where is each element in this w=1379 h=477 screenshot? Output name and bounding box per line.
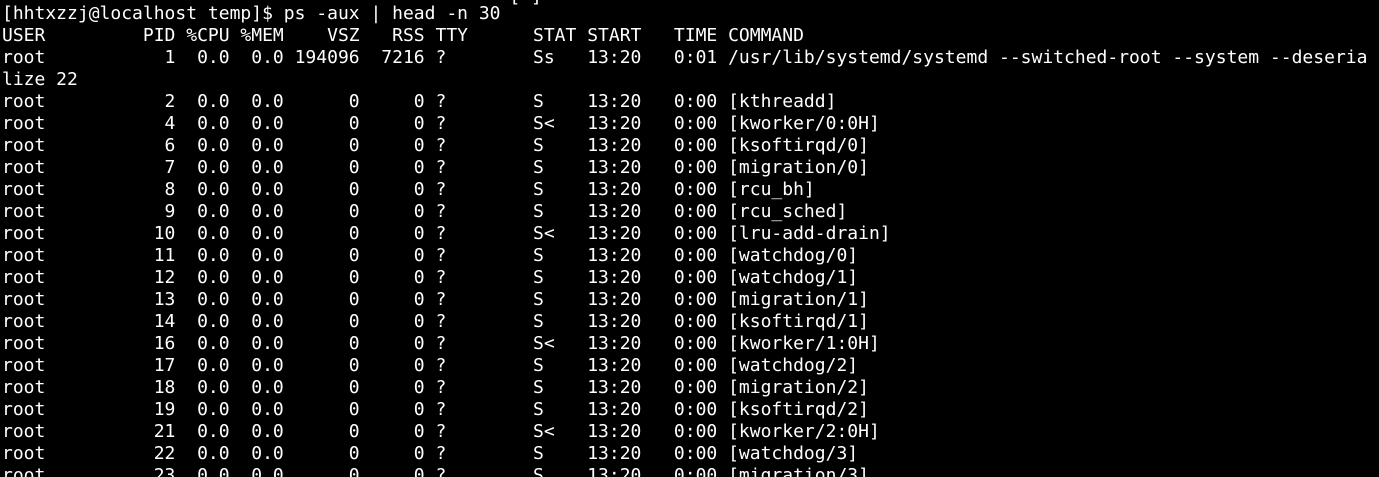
- process-row: root 9 0.0 0.0 0 0 ? S 13:20 0:00 [rcu_s…: [2, 201, 848, 222]
- process-row: root 10 0.0 0.0 0 0 ? S< 13:20 0:00 [lru…: [2, 223, 891, 244]
- process-row: root 21 0.0 0.0 0 0 ? S< 13:20 0:00 [kwo…: [2, 421, 880, 442]
- ps-header: USER PID %CPU %MEM VSZ RSS TTY STAT STAR…: [2, 25, 804, 46]
- terminal-window[interactable]: [ ] [hhtxzzj@localhost temp]$ ps -aux | …: [0, 0, 1379, 477]
- command-line: [hhtxzzj@localhost temp]$ ps -aux | head…: [2, 3, 1367, 25]
- shell-prompt: [hhtxzzj@localhost temp]$: [2, 3, 284, 24]
- process-row: root 6 0.0 0.0 0 0 ? S 13:20 0:00 [ksoft…: [2, 135, 869, 156]
- process-row: root 11 0.0 0.0 0 0 ? S 13:20 0:00 [watc…: [2, 245, 859, 266]
- process-row: root 14 0.0 0.0 0 0 ? S 13:20 0:00 [ksof…: [2, 311, 869, 332]
- process-row: root 2 0.0 0.0 0 0 ? S 13:20 0:00 [kthre…: [2, 91, 837, 112]
- terminal-screen: [hhtxzzj@localhost temp]$ ps -aux | head…: [2, 3, 1367, 477]
- command-text: ps -aux | head -n 30: [283, 3, 501, 24]
- process-row: root 22 0.0 0.0 0 0 ? S 13:20 0:00 [watc…: [2, 443, 859, 464]
- process-row: root 19 0.0 0.0 0 0 ? S 13:20 0:00 [ksof…: [2, 399, 869, 420]
- process-row: root 23 0.0 0.0 0 0 ? S 13:20 0:00 [migr…: [2, 465, 869, 477]
- process-row: root 17 0.0 0.0 0 0 ? S 13:20 0:00 [watc…: [2, 355, 859, 376]
- process-row: root 7 0.0 0.0 0 0 ? S 13:20 0:00 [migra…: [2, 157, 869, 178]
- process-row: root 12 0.0 0.0 0 0 ? S 13:20 0:00 [watc…: [2, 267, 859, 288]
- process-row: root 4 0.0 0.0 0 0 ? S< 13:20 0:00 [kwor…: [2, 113, 880, 134]
- process-list: root 1 0.0 0.0 194096 7216 ? Ss 13:20 0:…: [2, 47, 1367, 477]
- process-row: root 8 0.0 0.0 0 0 ? S 13:20 0:00 [rcu_b…: [2, 179, 815, 200]
- process-row: root 16 0.0 0.0 0 0 ? S< 13:20 0:00 [kwo…: [2, 333, 880, 354]
- process-row: lize 22: [2, 69, 78, 90]
- process-row: root 18 0.0 0.0 0 0 ? S 13:20 0:00 [migr…: [2, 377, 869, 398]
- process-row: root 13 0.0 0.0 0 0 ? S 13:20 0:00 [migr…: [2, 289, 869, 310]
- process-row: root 1 0.0 0.0 194096 7216 ? Ss 13:20 0:…: [2, 47, 1368, 68]
